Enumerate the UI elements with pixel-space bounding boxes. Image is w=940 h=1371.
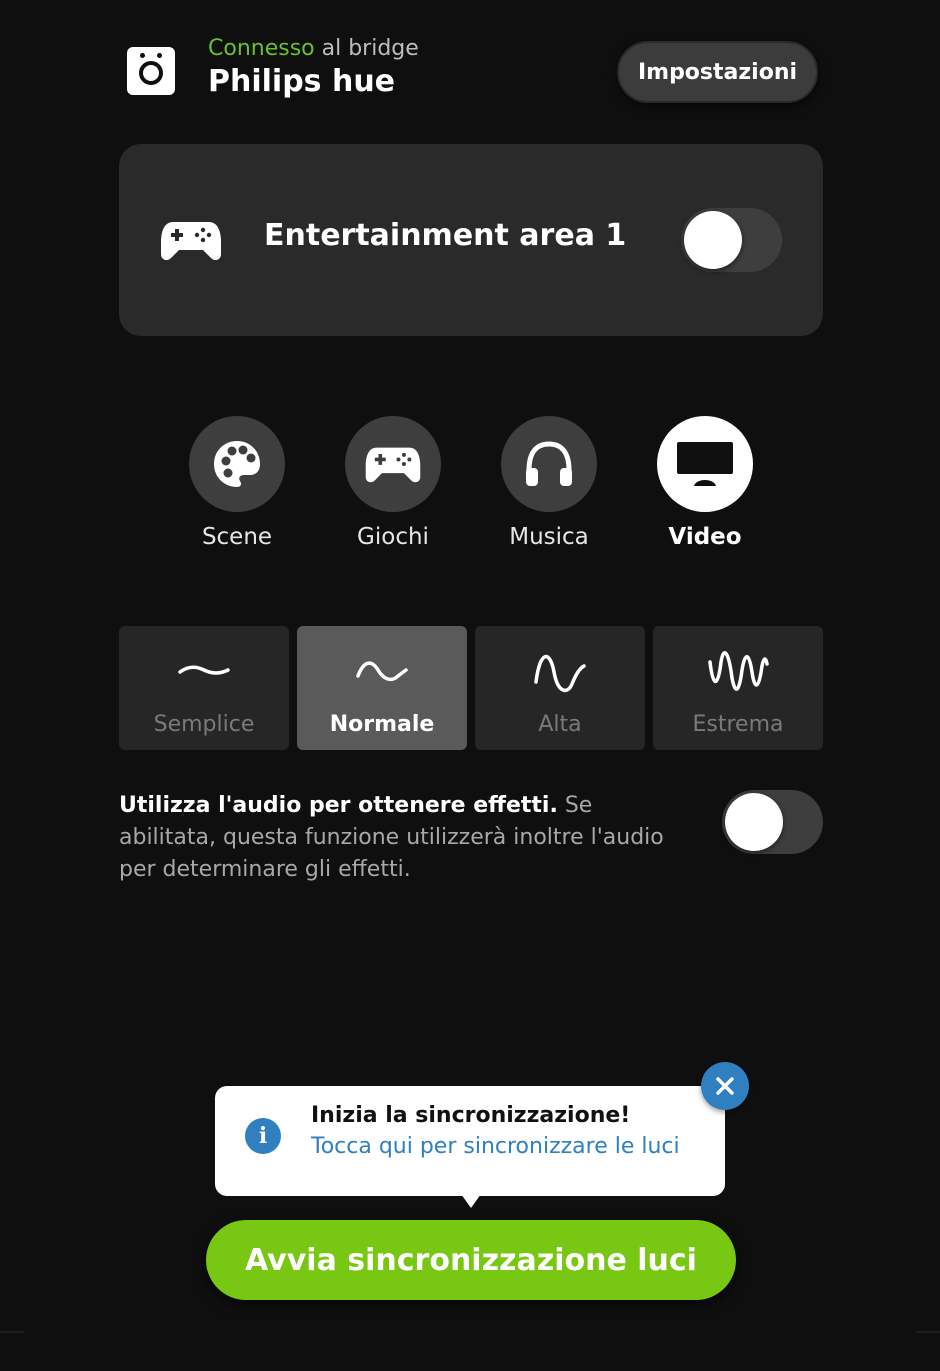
wave-extreme-icon: [708, 651, 769, 691]
mode-games-label: Giochi: [357, 524, 429, 550]
mode-music-label: Musica: [509, 524, 589, 550]
connection-status: Connesso al bridge: [208, 36, 419, 61]
audio-effects-title: Utilizza l'audio per ottenere effetti.: [119, 793, 558, 818]
wave-low-icon: [178, 665, 230, 675]
intensity-extreme-label: Estrema: [692, 712, 784, 737]
entertainment-area-toggle[interactable]: [681, 208, 782, 272]
tooltip-close-button[interactable]: [701, 1062, 749, 1110]
intensity-extreme[interactable]: Estrema: [653, 626, 823, 750]
intensity-simple[interactable]: Semplice: [119, 626, 289, 750]
mode-video[interactable]: Video: [635, 416, 775, 550]
mode-scene[interactable]: Scene: [167, 416, 307, 550]
app-title: Philips hue: [208, 64, 396, 99]
intensity-normal-label: Normale: [329, 712, 435, 737]
corner-decoration-left: [0, 1331, 57, 1371]
corner-decoration-right: [883, 1331, 940, 1371]
wave-high-icon: [534, 654, 586, 693]
start-light-sync-button[interactable]: Avvia sincronizzazione luci: [206, 1220, 736, 1300]
gamepad-icon: [365, 447, 421, 483]
toggle-knob: [684, 211, 742, 269]
connection-suffix: al bridge: [314, 36, 419, 61]
mode-games-button[interactable]: [345, 416, 441, 512]
mode-games[interactable]: Giochi: [323, 416, 463, 550]
bridge-icon: [127, 47, 175, 95]
mode-video-button[interactable]: [657, 416, 753, 512]
entertainment-area-name: Entertainment area 1: [264, 218, 627, 253]
sync-tooltip[interactable]: i Inizia la sincronizzazione! Tocca qui …: [215, 1086, 725, 1208]
gamepad-icon: [161, 222, 221, 261]
info-icon: i: [245, 1118, 281, 1154]
mode-music-button[interactable]: [501, 416, 597, 512]
audio-effects-description: Utilizza l'audio per ottenere effetti. S…: [119, 790, 689, 886]
headphones-icon: [526, 441, 572, 486]
mode-video-label: Video: [668, 524, 742, 550]
mode-scene-button[interactable]: [189, 416, 285, 512]
tooltip-arrow: [461, 1194, 481, 1208]
intensity-simple-label: Semplice: [153, 712, 255, 737]
wave-medium-icon: [356, 661, 408, 682]
audio-effects-toggle[interactable]: [722, 790, 823, 854]
hue-sync-window: Connesso al bridge Philips hue Impostazi…: [0, 0, 940, 1371]
connected-label: Connesso: [208, 36, 315, 61]
mode-music[interactable]: Musica: [479, 416, 619, 550]
tooltip-subtitle[interactable]: Tocca qui per sincronizzare le luci: [311, 1134, 680, 1159]
entertainment-area-card: Entertainment area 1: [119, 144, 823, 336]
settings-button[interactable]: Impostazioni: [617, 41, 818, 103]
intensity-high-label: Alta: [538, 712, 582, 737]
palette-icon: [214, 441, 260, 487]
intensity-high[interactable]: Alta: [475, 626, 645, 750]
intensity-normal[interactable]: Normale: [297, 626, 467, 750]
tooltip-title: Inizia la sincronizzazione!: [311, 1103, 631, 1128]
monitor-icon: [677, 442, 733, 486]
toggle-knob: [725, 793, 783, 851]
mode-scene-label: Scene: [201, 524, 273, 550]
close-icon: [716, 1077, 734, 1095]
